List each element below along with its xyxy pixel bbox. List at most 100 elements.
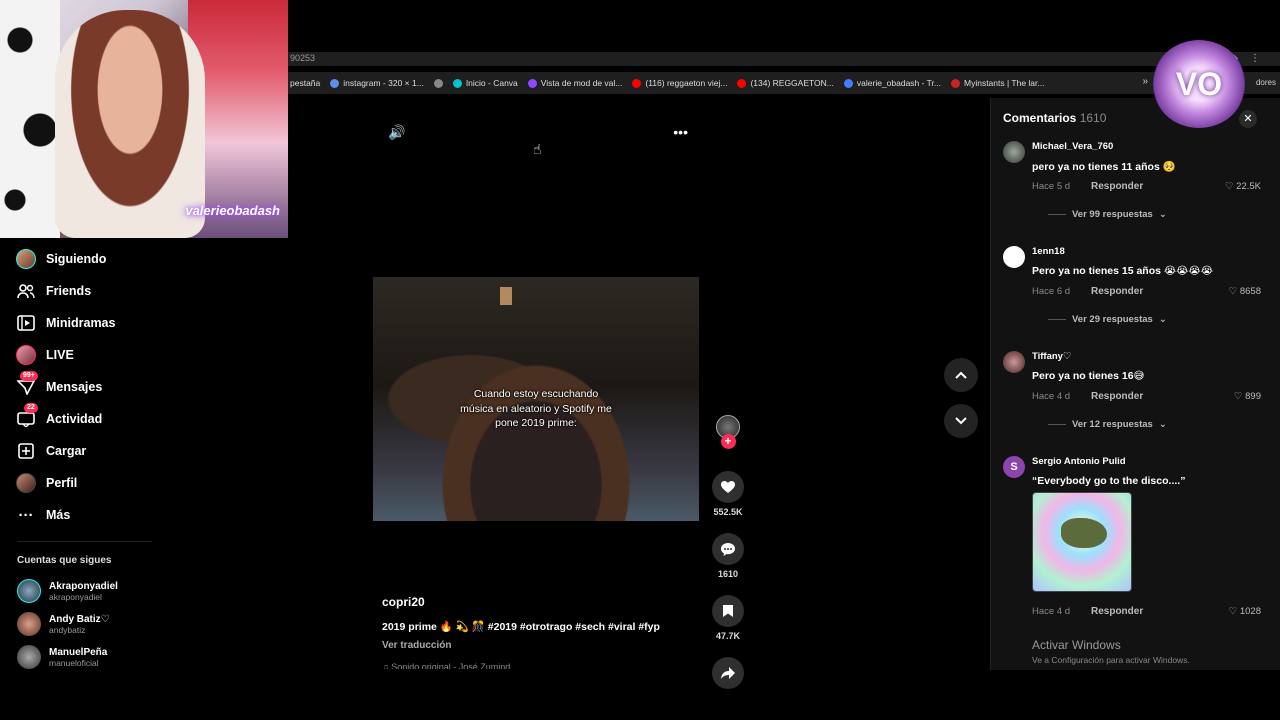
bookmark[interactable]: instagram - 320 × 1... — [330, 78, 424, 88]
comment-sticker-image — [1032, 492, 1132, 592]
comment-date: Hace 5 d — [1032, 181, 1071, 192]
reply-button[interactable]: Responder — [1091, 181, 1143, 192]
view-replies-button[interactable]: Ver 99 respuestas ⌄ — [1048, 209, 1167, 220]
video-description: 2019 prime 🔥 💫 🎊 #2019 #otrotrago #sech … — [382, 621, 660, 633]
view-replies-button[interactable]: Ver 12 respuestas ⌄ — [1048, 419, 1167, 430]
profile-avatar-icon — [16, 473, 36, 493]
next-video-button[interactable] — [944, 404, 978, 438]
avatar[interactable] — [1003, 351, 1025, 373]
reply-button[interactable]: Responder — [1091, 606, 1143, 617]
comment-date: Hace 4 d — [1032, 606, 1071, 617]
video-player[interactable]: Cuando estoy escuchando música en aleato… — [373, 277, 699, 521]
reply-button[interactable]: Responder — [1091, 286, 1143, 297]
followed-account[interactable]: ManuelPeña manueloficial — [17, 645, 107, 669]
address-bar[interactable]: 90253 ⧉ ⌕ ☆ ◆ ⋮ — [288, 52, 1280, 66]
comments-panel: Comentarios 1610 ✕ Michael_Vera_760 pero… — [990, 98, 1280, 670]
comment-like-button[interactable]: ♡ 1028 — [1229, 606, 1261, 617]
sidebar-item-perfil[interactable]: Perfil — [16, 473, 77, 493]
comment-user[interactable]: Sergio Antonio Pulid — [1032, 456, 1126, 467]
avatar[interactable]: S — [1003, 456, 1025, 478]
view-replies-button[interactable]: Ver 29 respuestas ⌄ — [1048, 314, 1167, 325]
comment-like-button[interactable]: ♡ 8658 — [1229, 286, 1261, 297]
bookmark[interactable]: (134) REGGAETON... — [737, 78, 834, 88]
more-options-icon[interactable]: ••• — [673, 124, 688, 141]
player-controls: 🔊 ••• — [388, 124, 688, 141]
like-button[interactable] — [712, 471, 744, 503]
sidebar-item-mas[interactable]: ··· Más — [16, 505, 71, 525]
volume-icon[interactable]: 🔊 — [388, 124, 405, 141]
avatar[interactable] — [1003, 141, 1025, 163]
video-caption: Cuando estoy escuchando música en aleato… — [460, 388, 612, 429]
sidebar-item-actividad[interactable]: 22 Actividad — [16, 403, 102, 429]
bookmark[interactable]: pestaña — [290, 78, 320, 88]
bookmark[interactable]: Inicio - Canva — [452, 78, 518, 88]
close-comments-button[interactable]: ✕ — [1239, 110, 1257, 128]
heart-outline-icon: ♡ — [1228, 606, 1238, 617]
avatar — [17, 579, 41, 603]
divider — [17, 541, 152, 542]
comment-like-button[interactable]: ♡ 22.5K — [1225, 181, 1261, 192]
heart-outline-icon: ♡ — [1225, 181, 1234, 192]
comment-user[interactable]: Michael_Vera_760 — [1032, 141, 1113, 152]
followed-account[interactable]: Akraponyadiel akraponyadiel — [17, 579, 118, 603]
following-avatar-icon — [16, 249, 36, 269]
live-avatar-icon — [16, 345, 36, 365]
more-icon: ··· — [18, 506, 34, 524]
video-lamp — [500, 287, 512, 305]
comment-icon — [721, 542, 735, 556]
streamer — [55, 10, 205, 238]
bell-icon — [843, 78, 853, 88]
messages-icon: 99+ — [16, 371, 38, 397]
comment-button[interactable] — [712, 533, 744, 565]
share-button[interactable] — [712, 657, 744, 689]
comment-user[interactable]: 1enn18 — [1032, 246, 1065, 257]
follow-plus-icon[interactable]: + — [720, 434, 736, 449]
video-author[interactable]: copri20 — [382, 595, 425, 609]
translate-link[interactable]: Ver traducción — [382, 640, 451, 651]
activity-badge: 22 — [24, 403, 38, 413]
sidebar-item-siguiendo[interactable]: Siguiendo — [16, 249, 106, 269]
comment-text: Pero ya no tienes 15 años 😭😭😭😭 — [1032, 265, 1213, 277]
sound-link[interactable]: ♫ Sonido original - José Zumind — [382, 662, 510, 669]
avatar[interactable] — [1003, 246, 1025, 268]
windows-activation-subtitle: Ve a Configuración para activar Windows. — [1032, 655, 1190, 665]
previous-video-button[interactable] — [944, 358, 978, 392]
comment-date: Hace 6 d — [1032, 286, 1071, 297]
avatar — [17, 645, 41, 669]
avatar — [17, 612, 41, 636]
comments-header: Comentarios 1610 — [1003, 111, 1107, 125]
globe-icon — [433, 78, 443, 88]
share-icon — [721, 667, 735, 679]
bookmark[interactable]: Vista de mod de val... — [527, 78, 622, 88]
chevron-down-icon: ⌄ — [1158, 419, 1167, 430]
sidebar-item-cargar[interactable]: Cargar — [16, 441, 86, 461]
comment-user[interactable]: Tiffany♡ — [1032, 351, 1071, 362]
followed-account[interactable]: Andy Batiz♡ andybatiz — [17, 612, 110, 636]
bookmarks-overflow-button[interactable]: » — [1142, 76, 1148, 87]
bookmark[interactable] — [433, 78, 443, 88]
streamer-logo: VO — [1152, 40, 1246, 128]
chevron-down-icon — [955, 417, 967, 425]
bookmark[interactable]: (116) reggaeton viej... — [632, 78, 727, 88]
save-button[interactable] — [712, 595, 744, 627]
heart-outline-icon: ♡ — [1233, 391, 1243, 402]
menu-icon[interactable]: ⋮ — [1250, 53, 1260, 64]
sidebar-item-friends[interactable]: Friends — [16, 281, 91, 301]
reply-button[interactable]: Responder — [1091, 391, 1143, 402]
chevron-down-icon: ⌄ — [1158, 209, 1167, 220]
sidebar-item-minidramas[interactable]: Minidramas — [16, 313, 115, 333]
comment-like-button[interactable]: ♡ 899 — [1234, 391, 1261, 402]
comment-count: 1610 — [717, 569, 739, 579]
address-text: 90253 — [290, 53, 316, 63]
windows-activation-title: Activar Windows — [1032, 638, 1121, 652]
bookmark-folder[interactable]: dores — [1256, 78, 1276, 87]
bookmark[interactable]: Myinstants | The lar... — [951, 78, 1044, 88]
film-icon — [16, 313, 36, 333]
bookmark-icon — [723, 605, 733, 617]
sidebar-item-mensajes[interactable]: 99+ Mensajes — [16, 371, 102, 397]
bookmark[interactable]: valerie_obadash - Tr... — [843, 78, 941, 88]
sidebar-item-live[interactable]: LIVE — [16, 345, 74, 365]
chevron-down-icon: ⌄ — [1158, 314, 1167, 325]
youtube-icon — [632, 78, 642, 88]
comment-text: “Everybody go to the disco....” — [1032, 475, 1186, 487]
